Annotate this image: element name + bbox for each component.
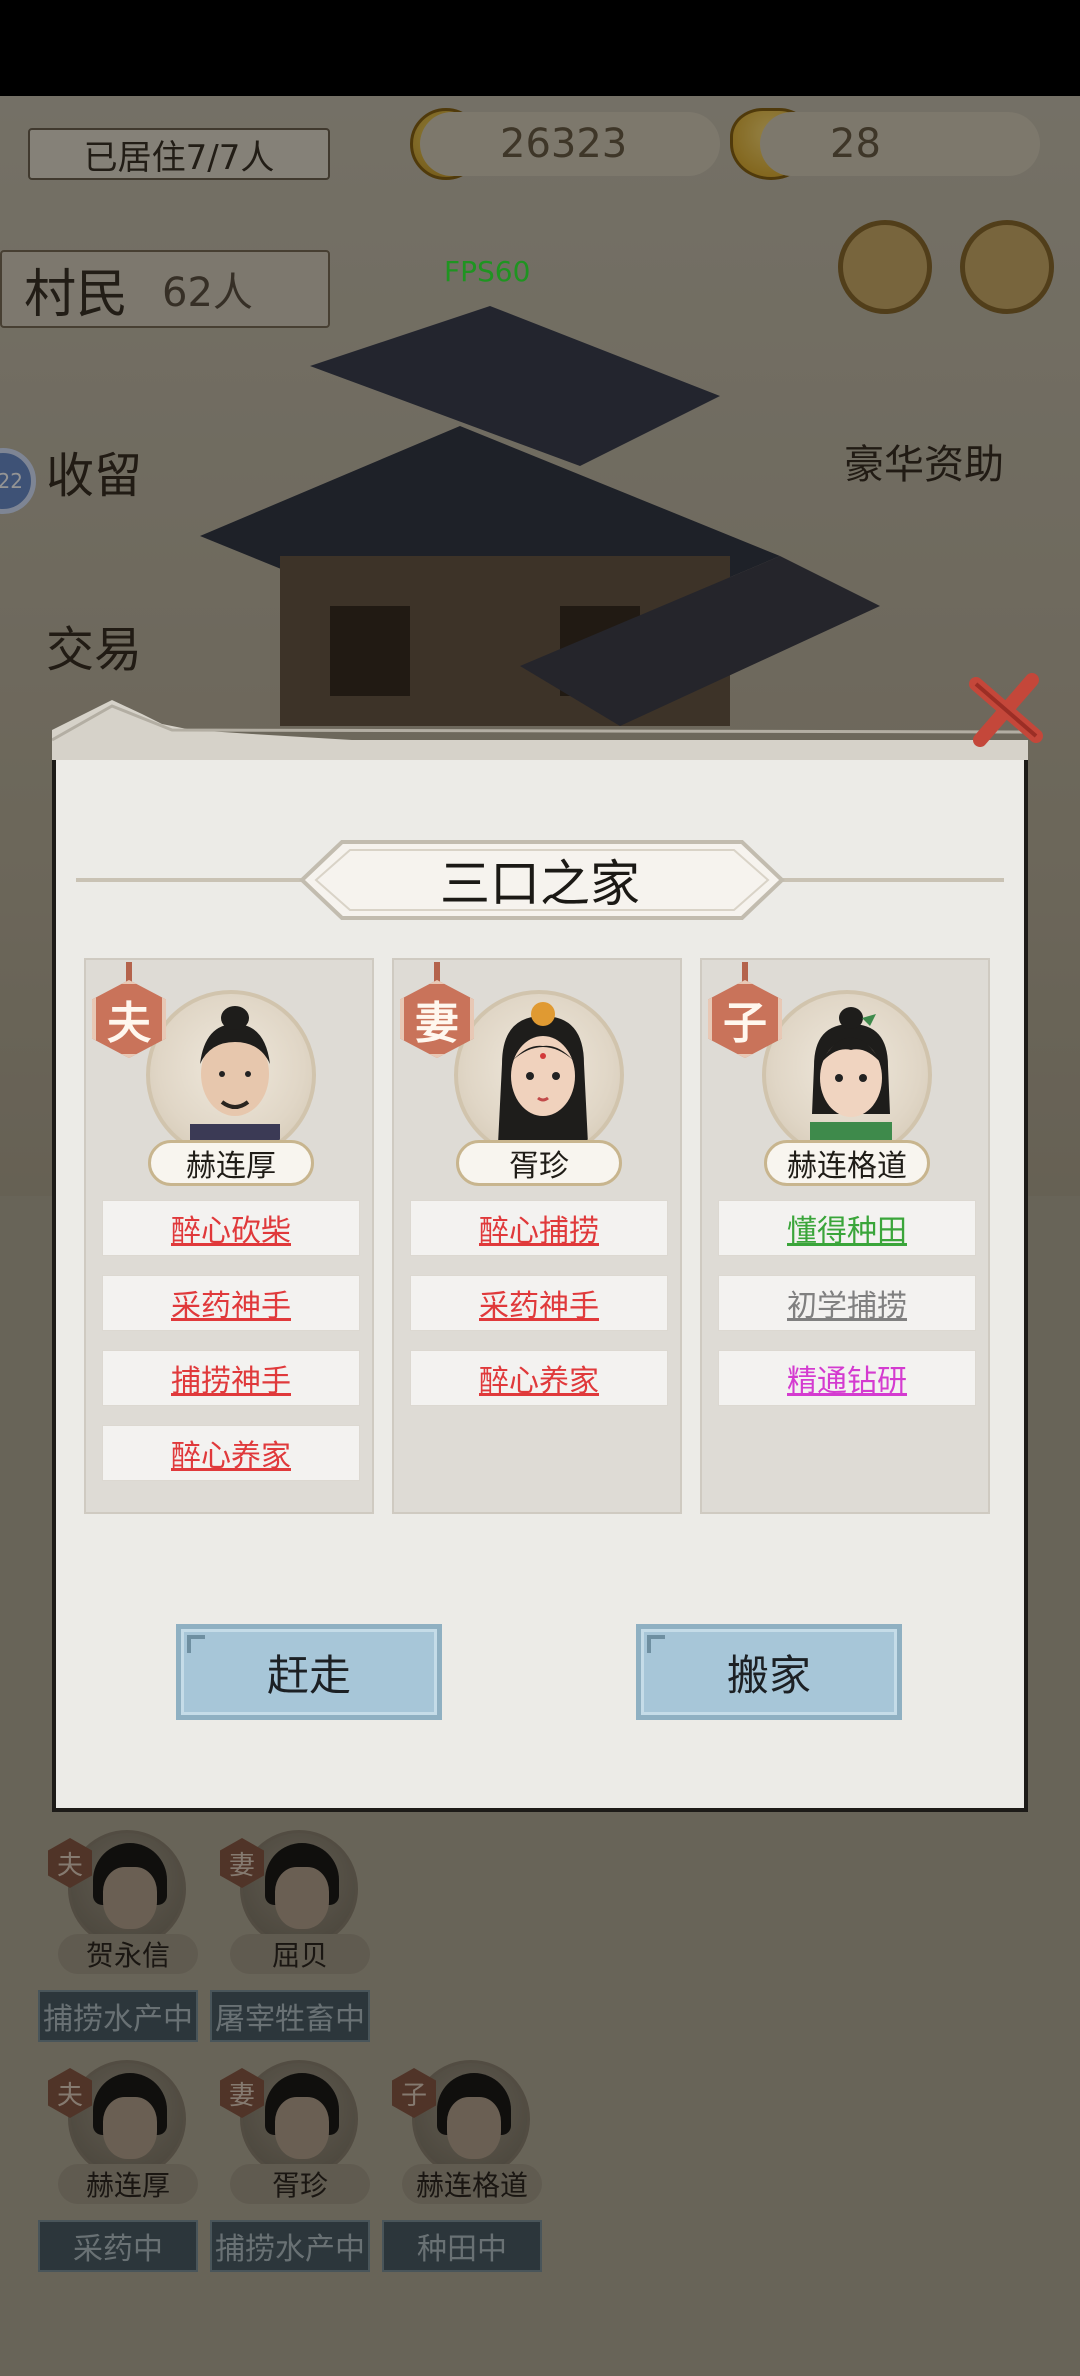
trait-tag[interactable]: 醉心砍柴 [102, 1200, 360, 1256]
role-badge-icon: 子 [708, 962, 782, 1058]
member-card-child: 子 赫连格道 懂得种田 初学捕捞 精通钻研 [700, 958, 990, 1514]
move-house-button[interactable]: 搬家 [636, 1624, 902, 1720]
portrait-wife [454, 990, 624, 1160]
portrait-husband [146, 990, 316, 1160]
close-icon[interactable] [966, 670, 1046, 750]
evict-button[interactable]: 赶走 [176, 1624, 442, 1720]
trait-tag[interactable]: 初学捕捞 [718, 1275, 976, 1331]
trait-tag[interactable]: 懂得种田 [718, 1200, 976, 1256]
mountain-border [52, 700, 1028, 760]
member-card-wife: 妻 胥珍 醉心捕捞 采药神手 醉心养家 [392, 958, 682, 1514]
member-card-husband: 夫 赫连厚 醉心砍柴 采药神手 捕捞神手 醉心养家 [84, 958, 374, 1514]
trait-tag[interactable]: 精通钻研 [718, 1350, 976, 1406]
member-name: 赫连厚 [148, 1140, 314, 1186]
trait-tag[interactable]: 采药神手 [102, 1275, 360, 1331]
role-badge-icon: 夫 [92, 962, 166, 1058]
status-bar [0, 0, 1080, 96]
role-badge-icon: 妻 [400, 962, 474, 1058]
portrait-child [762, 990, 932, 1160]
trait-tag[interactable]: 捕捞神手 [102, 1350, 360, 1406]
member-name: 赫连格道 [764, 1140, 930, 1186]
family-dialog: 三口之家 夫 赫连厚 醉心砍柴 采药神手 捕捞神手 醉心养家 妻 胥珍 醉心捕捞… [52, 673, 1043, 1812]
move-label: 搬家 [726, 1650, 811, 1700]
trait-tag[interactable]: 醉心养家 [410, 1350, 668, 1406]
dialog-title: 三口之家 [440, 856, 640, 912]
trait-tag[interactable]: 采药神手 [410, 1275, 668, 1331]
trait-tag[interactable]: 醉心养家 [102, 1425, 360, 1481]
member-name: 胥珍 [456, 1140, 622, 1186]
evict-label: 赶走 [266, 1650, 351, 1700]
trait-tag[interactable]: 醉心捕捞 [410, 1200, 668, 1256]
